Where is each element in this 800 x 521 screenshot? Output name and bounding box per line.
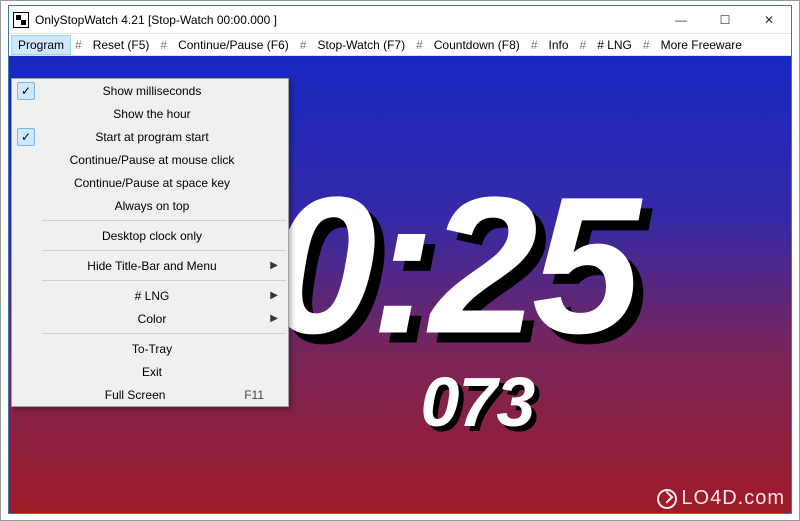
menuitem-start-at-program-start[interactable]: ✓ Start at program start (12, 125, 288, 148)
menu-more-freeware[interactable]: More Freeware (654, 35, 749, 55)
menuitem-exit[interactable]: Exit (12, 360, 288, 383)
submenu-arrow-icon: ▶ (264, 313, 278, 324)
menu-bar: Program # Reset (F5) # Continue/Pause (F… (9, 34, 791, 56)
menu-separator-icon: # (527, 38, 542, 52)
maximize-button[interactable]: ☐ (703, 6, 747, 33)
menuitem-color[interactable]: Color ▶ (12, 307, 288, 330)
menu-divider (42, 250, 286, 251)
app-icon (13, 12, 29, 28)
submenu-arrow-icon: ▶ (264, 290, 278, 301)
menu-separator-icon: # (156, 38, 171, 52)
menuitem-show-milliseconds[interactable]: ✓ Show milliseconds (12, 79, 288, 102)
menuitem-to-tray[interactable]: To-Tray (12, 337, 288, 360)
check-icon: ✓ (21, 84, 31, 98)
menu-separator-icon: # (639, 38, 654, 52)
menu-lng[interactable]: # LNG (590, 35, 639, 55)
check-icon: ✓ (21, 130, 31, 144)
close-button[interactable]: ✕ (747, 6, 791, 33)
window-title: OnlyStopWatch 4.21 [Stop-Watch 00:00.000… (35, 13, 277, 27)
accelerator-label: F11 (230, 388, 264, 402)
menuitem-show-hour[interactable]: Show the hour (12, 102, 288, 125)
menuitem-continue-pause-mouse[interactable]: Continue/Pause at mouse click (12, 148, 288, 171)
menuitem-lng[interactable]: # LNG ▶ (12, 284, 288, 307)
menu-separator-icon: # (576, 38, 591, 52)
menu-continue-pause[interactable]: Continue/Pause (F6) (171, 35, 296, 55)
menuitem-continue-pause-space[interactable]: Continue/Pause at space key (12, 171, 288, 194)
watermark: LO4D.com (657, 487, 785, 510)
menu-info[interactable]: Info (542, 35, 576, 55)
menu-divider (42, 333, 286, 334)
menu-divider (42, 280, 286, 281)
menuitem-desktop-clock-only[interactable]: Desktop clock only (12, 224, 288, 247)
menuitem-hide-titlebar-menu[interactable]: Hide Title-Bar and Menu ▶ (12, 254, 288, 277)
app-window: OnlyStopWatch 4.21 [Stop-Watch 00:00.000… (8, 5, 792, 514)
menu-stop-watch[interactable]: Stop-Watch (F7) (311, 35, 413, 55)
menu-divider (42, 220, 286, 221)
menu-countdown[interactable]: Countdown (F8) (427, 35, 527, 55)
minimize-button[interactable]: — (659, 6, 703, 33)
menu-separator-icon: # (71, 38, 86, 52)
window-controls: — ☐ ✕ (659, 6, 791, 33)
menu-reset[interactable]: Reset (F5) (86, 35, 157, 55)
download-icon (657, 489, 677, 509)
watermark-text: LO4D.com (681, 487, 785, 510)
title-bar: OnlyStopWatch 4.21 [Stop-Watch 00:00.000… (9, 6, 791, 34)
submenu-arrow-icon: ▶ (264, 260, 278, 271)
menu-program[interactable]: Program (11, 35, 71, 55)
timer-milliseconds: 073 (420, 362, 534, 442)
menuitem-always-on-top[interactable]: Always on top (12, 194, 288, 217)
menu-separator-icon: # (412, 38, 427, 52)
stopwatch-display-area[interactable]: 00:25 073 ✓ Show milliseconds Show the h… (9, 56, 791, 513)
program-dropdown: ✓ Show milliseconds Show the hour ✓ Star… (11, 78, 289, 407)
menuitem-full-screen[interactable]: Full Screen F11 (12, 383, 288, 406)
menu-separator-icon: # (296, 38, 311, 52)
